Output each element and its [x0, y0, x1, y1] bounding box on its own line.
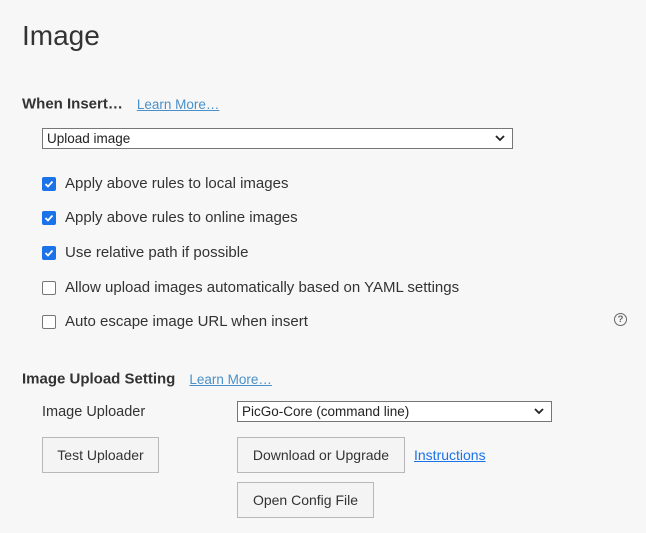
option-label: Apply above rules to local images: [65, 175, 289, 192]
option-escape-url[interactable]: Auto escape image URL when insert: [42, 313, 308, 330]
test-uploader-button[interactable]: Test Uploader: [42, 437, 159, 473]
upload-setting-heading-label: Image Upload Setting: [22, 370, 176, 388]
option-label: Allow upload images automatically based …: [65, 279, 460, 296]
option-label: Auto escape image URL when insert: [65, 313, 308, 330]
check-icon: [44, 214, 54, 222]
when-insert-learn-more-link[interactable]: Learn More…: [137, 97, 220, 112]
option-yaml-upload[interactable]: Allow upload images automatically based …: [42, 279, 459, 296]
insert-action-select[interactable]: Upload image: [42, 128, 513, 149]
when-insert-heading-label: When Insert…: [22, 95, 123, 113]
chevron-down-icon: [495, 135, 505, 142]
checkbox-yaml-upload[interactable]: [42, 280, 56, 295]
help-circle-icon[interactable]: ?: [614, 313, 627, 326]
option-local-images[interactable]: Apply above rules to local images: [42, 175, 288, 192]
option-online-images[interactable]: Apply above rules to online images: [42, 209, 298, 226]
option-label: Use relative path if possible: [65, 244, 249, 261]
page-title: Image: [22, 20, 100, 51]
option-relative-path[interactable]: Use relative path if possible: [42, 244, 248, 261]
insert-action-select-value: Upload image: [47, 131, 131, 146]
checkbox-online-images[interactable]: [42, 210, 56, 225]
open-config-file-button[interactable]: Open Config File: [237, 482, 374, 518]
download-upgrade-button[interactable]: Download or Upgrade: [237, 437, 405, 473]
checkbox-local-images[interactable]: [42, 176, 56, 191]
option-label: Apply above rules to online images: [65, 209, 298, 226]
image-uploader-select[interactable]: PicGo-Core (command line): [237, 401, 552, 422]
chevron-down-icon: [534, 408, 544, 415]
check-icon: [44, 180, 54, 188]
check-icon: [44, 249, 54, 257]
instructions-link[interactable]: Instructions: [414, 447, 486, 463]
checkbox-relative-path[interactable]: [42, 245, 56, 260]
upload-setting-heading: Image Upload Setting Learn More…: [22, 370, 272, 388]
when-insert-heading: When Insert… Learn More…: [22, 95, 219, 113]
checkbox-escape-url[interactable]: [42, 314, 56, 329]
upload-setting-learn-more-link[interactable]: Learn More…: [189, 372, 272, 387]
image-uploader-label: Image Uploader: [42, 404, 146, 420]
image-uploader-select-value: PicGo-Core (command line): [242, 404, 410, 419]
